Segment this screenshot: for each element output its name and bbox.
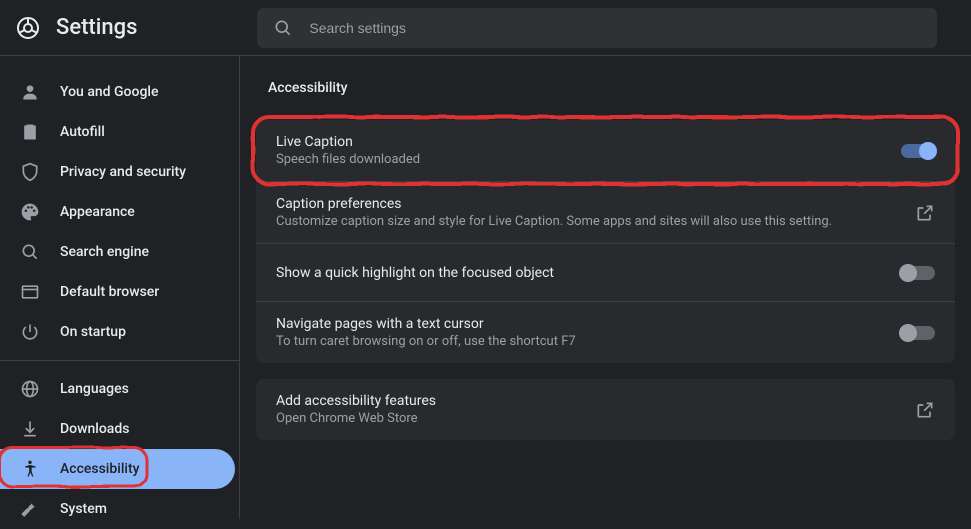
row-add-features[interactable]: Add accessibility features Open Chrome W… xyxy=(256,379,955,440)
sidebar-item-on-startup[interactable]: On startup xyxy=(0,312,235,352)
page-title: Accessibility xyxy=(256,80,955,96)
sidebar-item-label: Autofill xyxy=(60,124,105,140)
row-title: Caption preferences xyxy=(276,196,899,212)
sidebar-divider xyxy=(0,360,239,361)
clipboard-icon xyxy=(20,122,40,142)
accessibility-icon xyxy=(20,459,40,479)
external-link-icon xyxy=(915,203,935,223)
sidebar-item-label: Appearance xyxy=(60,204,135,220)
shield-icon xyxy=(20,162,40,182)
sidebar-item-system[interactable]: System xyxy=(0,489,235,529)
row-caption-preferences[interactable]: Caption preferences Customize caption si… xyxy=(256,182,955,244)
toggle-live-caption[interactable] xyxy=(901,144,935,158)
sidebar-item-accessibility[interactable]: Accessibility xyxy=(0,449,235,489)
chrome-logo-icon xyxy=(16,16,40,40)
row-subtitle: Open Chrome Web Store xyxy=(276,411,899,426)
row-title: Live Caption xyxy=(276,134,885,150)
sidebar-item-privacy[interactable]: Privacy and security xyxy=(0,152,235,192)
sidebar-item-label: Privacy and security xyxy=(60,164,186,180)
settings-card-1: Live Caption Speech files downloaded Cap… xyxy=(256,120,955,363)
row-subtitle: Speech files downloaded xyxy=(276,152,885,167)
search-input[interactable] xyxy=(309,20,921,36)
sidebar: You and Google Autofill Privacy and secu… xyxy=(0,56,240,519)
sidebar-item-search-engine[interactable]: Search engine xyxy=(0,232,235,272)
row-focus-highlight[interactable]: Show a quick highlight on the focused ob… xyxy=(256,244,955,302)
row-subtitle: To turn caret browsing on or off, use th… xyxy=(276,334,885,349)
sidebar-item-label: On startup xyxy=(60,324,126,340)
power-icon xyxy=(20,322,40,342)
row-subtitle: Customize caption size and style for Liv… xyxy=(276,214,899,229)
person-icon xyxy=(20,82,40,102)
sidebar-item-appearance[interactable]: Appearance xyxy=(0,192,235,232)
sidebar-item-you-and-google[interactable]: You and Google xyxy=(0,72,235,112)
sidebar-item-label: You and Google xyxy=(60,84,158,100)
row-live-caption[interactable]: Live Caption Speech files downloaded xyxy=(256,120,955,182)
header-title: Settings xyxy=(56,15,137,40)
sidebar-item-default-browser[interactable]: Default browser xyxy=(0,272,235,312)
settings-card-2: Add accessibility features Open Chrome W… xyxy=(256,379,955,440)
sidebar-item-languages[interactable]: Languages xyxy=(0,369,235,409)
toggle-focus-highlight[interactable] xyxy=(901,266,935,280)
sidebar-item-label: Downloads xyxy=(60,421,129,437)
search-box[interactable] xyxy=(257,8,937,48)
row-text-cursor[interactable]: Navigate pages with a text cursor To tur… xyxy=(256,302,955,363)
search-icon xyxy=(20,242,40,262)
content: Accessibility Live Caption Speech files … xyxy=(240,56,971,519)
row-title: Navigate pages with a text cursor xyxy=(276,316,885,332)
row-title: Add accessibility features xyxy=(276,393,899,409)
sidebar-item-label: System xyxy=(60,501,107,517)
external-link-icon xyxy=(915,400,935,420)
sidebar-item-label: Default browser xyxy=(60,284,159,300)
sidebar-item-label: Languages xyxy=(60,381,129,397)
toggle-text-cursor[interactable] xyxy=(901,326,935,340)
palette-icon xyxy=(20,202,40,222)
header: Settings xyxy=(0,0,971,56)
download-icon xyxy=(20,419,40,439)
sidebar-item-downloads[interactable]: Downloads xyxy=(0,409,235,449)
globe-icon xyxy=(20,379,40,399)
wrench-icon xyxy=(20,499,40,519)
search-icon xyxy=(273,18,293,38)
sidebar-item-label: Accessibility xyxy=(60,461,139,477)
sidebar-item-label: Search engine xyxy=(60,244,149,260)
browser-icon xyxy=(20,282,40,302)
sidebar-item-autofill[interactable]: Autofill xyxy=(0,112,235,152)
row-title: Show a quick highlight on the focused ob… xyxy=(276,265,885,281)
